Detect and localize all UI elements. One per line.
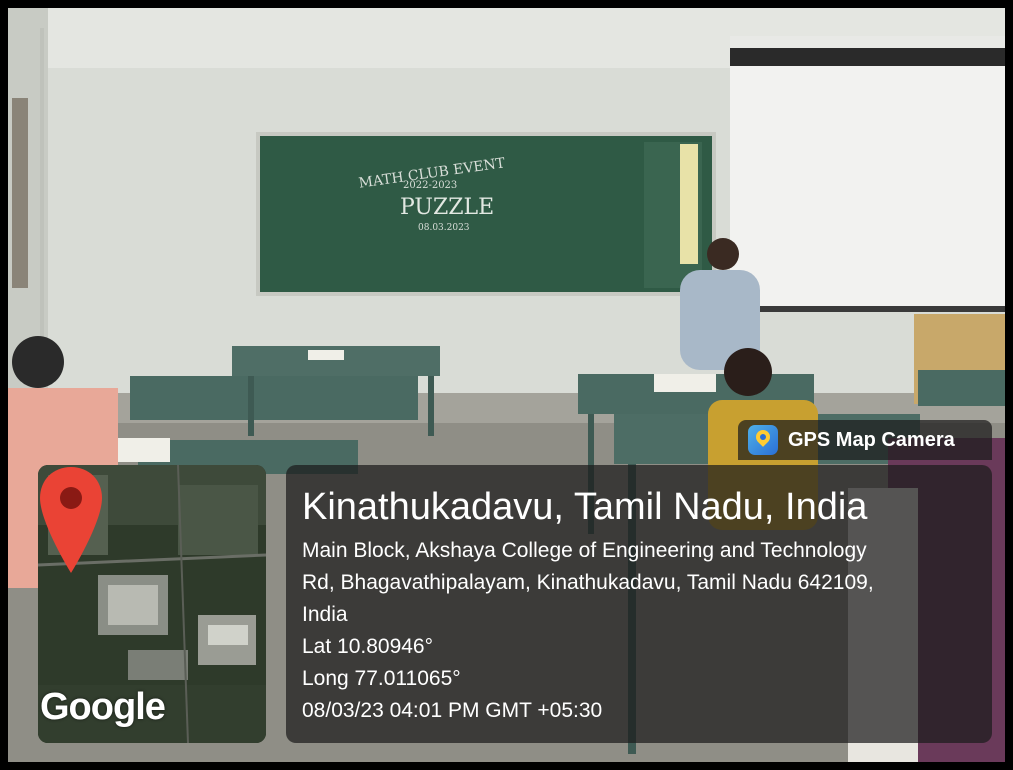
address-line-2: Rd, Bhagavathipalayam, Kinathukadavu, Ta… (302, 571, 874, 594)
badge-label: GPS Map Camera (788, 428, 955, 451)
chalkboard-text-2: 2022-2023 (403, 180, 457, 191)
gps-map-camera-badge: GPS Map Camera (738, 420, 992, 460)
longitude: Long 77.011065° (302, 667, 461, 690)
timestamp: 08/03/23 04:01 PM GMT +05:30 (302, 699, 603, 722)
location-pin-icon (40, 467, 102, 573)
location-title: Kinathukadavu, Tamil Nadu, India (302, 486, 868, 528)
photo-frame: MATH CLUB EVENT 2022-2023 PUZZLE 08.03.2… (8, 8, 1005, 762)
latitude: Lat 10.80946° (302, 635, 434, 658)
address-line-3: India (302, 603, 348, 626)
google-logo: Google (40, 686, 166, 728)
map-thumbnail: Google (38, 465, 266, 743)
chalkboard-text-3: PUZZLE (400, 195, 494, 220)
location-info-panel: Kinathukadavu, Tamil Nadu, India Main Bl… (286, 465, 992, 743)
chalkboard-text-4: 08.03.2023 (418, 223, 470, 233)
gps-map-camera-icon (748, 425, 778, 455)
address-line-1: Main Block, Akshaya College of Engineeri… (302, 539, 867, 562)
